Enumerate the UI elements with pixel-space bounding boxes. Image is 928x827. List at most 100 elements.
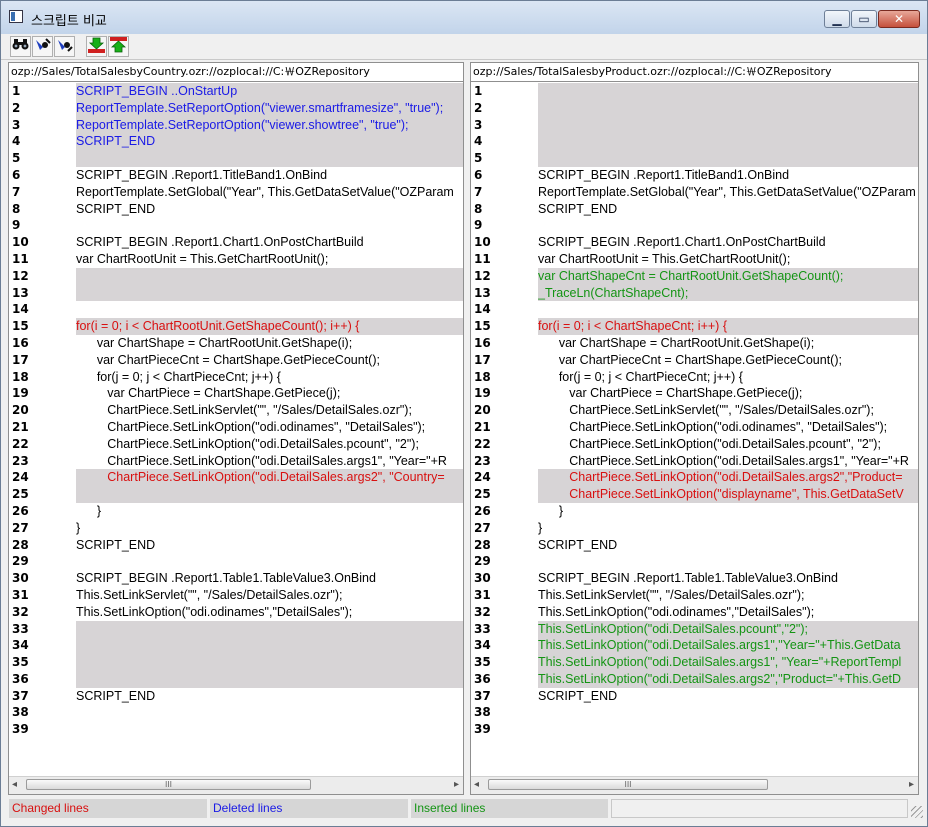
line-text[interactable] [76, 704, 463, 721]
code-line[interactable]: 1 SCRIPT_BEGIN ..OnStartUp [9, 83, 463, 100]
line-text[interactable]: This.SetLinkOption("odi.DetailSales.pcou… [538, 620, 918, 638]
line-text[interactable]: ChartPiece.SetLinkOption("odi.DetailSale… [76, 436, 463, 453]
code-line[interactable]: 29 [9, 553, 463, 570]
scroll-right-arrow-icon[interactable]: ▸ [909, 779, 914, 790]
right-code-view[interactable]: 1 2 3 4 5 6 SCRIPT_BEGIN .Report1.TitleBand1.O… [471, 83, 918, 738]
line-text[interactable] [538, 217, 918, 234]
line-text[interactable]: SCRIPT_END [76, 688, 463, 705]
line-text[interactable] [76, 637, 463, 655]
line-text[interactable]: var ChartPiece = ChartShape.GetPiece(j); [538, 385, 918, 402]
line-text[interactable]: var ChartPiece = ChartShape.GetPiece(j); [76, 385, 463, 402]
code-line[interactable]: 18 for(j = 0; j < ChartPieceCnt; j++) { [471, 369, 918, 386]
line-text[interactable]: ChartPiece.SetLinkOption("odi.DetailSale… [76, 469, 463, 487]
line-text[interactable]: ReportTemplate.SetReportOption("viewer.s… [76, 99, 463, 117]
code-line[interactable]: 11 var ChartRootUnit = This.GetChartRootU… [9, 251, 463, 268]
line-text[interactable]: var ChartPieceCnt = ChartShape.GetPieceC… [76, 352, 463, 369]
code-line[interactable]: 21 ChartPiece.SetLinkOption("odi.odiname… [9, 419, 463, 436]
code-line[interactable]: 39 [471, 721, 918, 738]
line-text[interactable] [76, 620, 463, 638]
code-line[interactable]: 29 [471, 553, 918, 570]
code-line[interactable]: 33 This.SetLinkOption("odi.DetailSales.pc… [471, 620, 918, 638]
code-line[interactable]: 16 var ChartShape = ChartRootUnit.GetSha… [471, 335, 918, 352]
code-line[interactable]: 8 SCRIPT_END [9, 201, 463, 218]
code-line[interactable]: 24 ChartPiece.SetLinkOption("odi.DetailS… [9, 469, 463, 487]
code-line[interactable]: 10 SCRIPT_BEGIN .Report1.Chart1.OnPostCha… [9, 234, 463, 251]
line-text[interactable]: var ChartShape = ChartRootUnit.GetShape(… [538, 335, 918, 352]
line-text[interactable] [76, 670, 463, 688]
code-line[interactable]: 6 SCRIPT_BEGIN .Report1.TitleBand1.OnBind [471, 167, 918, 184]
code-line[interactable]: 38 [471, 704, 918, 721]
code-line[interactable]: 11 var ChartRootUnit = This.GetChartRootU… [471, 251, 918, 268]
line-text[interactable] [538, 83, 918, 100]
right-scroll-thumb[interactable]: III [488, 779, 768, 790]
line-text[interactable]: This.SetLinkOption("odi.DetailSales.args… [538, 670, 918, 688]
left-script-pane[interactable]: ozp://Sales/TotalSalesbyCountry.ozr://oz… [8, 62, 464, 795]
code-line[interactable]: 12 [9, 267, 463, 285]
line-text[interactable]: SCRIPT_BEGIN .Report1.TitleBand1.OnBind [538, 167, 918, 184]
code-line[interactable]: 38 [9, 704, 463, 721]
code-line[interactable]: 13 _TraceLn(ChartShapeCnt); [471, 284, 918, 302]
line-text[interactable] [76, 553, 463, 570]
line-text[interactable] [76, 150, 463, 167]
code-line[interactable]: 37 SCRIPT_END [471, 688, 918, 705]
code-line[interactable]: 24 ChartPiece.SetLinkOption("odi.DetailS… [471, 469, 918, 487]
code-line[interactable]: 5 [471, 150, 918, 167]
line-text[interactable]: for(j = 0; j < ChartPieceCnt; j++) { [538, 369, 918, 386]
line-text[interactable]: SCRIPT_BEGIN ..OnStartUp [76, 83, 463, 100]
next-difference-button[interactable] [86, 36, 107, 57]
code-line[interactable]: 30 SCRIPT_BEGIN .Report1.Table1.TableValu… [9, 570, 463, 587]
line-text[interactable]: SCRIPT_END [538, 201, 918, 218]
code-line[interactable]: 10 SCRIPT_BEGIN .Report1.Chart1.OnPostCha… [471, 234, 918, 251]
code-line[interactable]: 20 ChartPiece.SetLinkServlet("", "/Sales… [9, 402, 463, 419]
code-line[interactable]: 39 [9, 721, 463, 738]
line-text[interactable]: SCRIPT_END [538, 537, 918, 554]
right-script-pane[interactable]: ozp://Sales/TotalSalesbyProduct.ozr://oz… [470, 62, 919, 795]
line-text[interactable]: } [76, 503, 463, 520]
code-line[interactable]: 7 ReportTemplate.SetGlobal("Year", This.G… [9, 184, 463, 201]
line-text[interactable] [76, 267, 463, 285]
code-line[interactable]: 33 [9, 620, 463, 638]
code-line[interactable]: 34 [9, 637, 463, 655]
line-text[interactable]: for(i = 0; i < ChartRootUnit.GetShapeCou… [76, 318, 463, 335]
line-text[interactable]: var ChartShape = ChartRootUnit.GetShape(… [76, 335, 463, 352]
code-line[interactable]: 8 SCRIPT_END [471, 201, 918, 218]
line-text[interactable]: for(j = 0; j < ChartPieceCnt; j++) { [76, 369, 463, 386]
code-line[interactable]: 35 [9, 654, 463, 671]
line-text[interactable] [76, 301, 463, 318]
scroll-left-arrow-icon[interactable]: ◂ [474, 779, 479, 790]
line-text[interactable]: ChartPiece.SetLinkOption("odi.DetailSale… [538, 469, 918, 487]
code-line[interactable]: 20 ChartPiece.SetLinkServlet("", "/Sales… [471, 402, 918, 419]
code-line[interactable]: 34 This.SetLinkOption("odi.DetailSales.ar… [471, 637, 918, 655]
line-text[interactable]: This.SetLinkServlet("", "/Sales/DetailSa… [76, 587, 463, 604]
code-line[interactable]: 14 [471, 301, 918, 318]
code-line[interactable]: 16 var ChartShape = ChartRootUnit.GetSha… [9, 335, 463, 352]
line-text[interactable] [76, 486, 463, 503]
code-line[interactable]: 4 SCRIPT_END [9, 133, 463, 151]
line-text[interactable]: This.SetLinkServlet("", "/Sales/DetailSa… [538, 587, 918, 604]
line-text[interactable] [538, 116, 918, 134]
line-text[interactable]: This.SetLinkOption("odi.DetailSales.args… [538, 637, 918, 655]
maximize-button[interactable]: ▭ [851, 10, 877, 28]
line-text[interactable]: SCRIPT_BEGIN .Report1.Chart1.OnPostChart… [538, 234, 918, 251]
line-text[interactable] [538, 301, 918, 318]
code-line[interactable]: 26 } [471, 503, 918, 520]
line-text[interactable]: var ChartRootUnit = This.GetChartRootUni… [76, 251, 463, 268]
code-line[interactable]: 2 [471, 99, 918, 117]
line-text[interactable]: SCRIPT_BEGIN .Report1.Table1.TableValue3… [538, 570, 918, 587]
left-scroll-thumb[interactable]: III [26, 779, 311, 790]
line-text[interactable]: SCRIPT_END [76, 133, 463, 151]
line-text[interactable]: SCRIPT_BEGIN .Report1.TitleBand1.OnBind [76, 167, 463, 184]
line-text[interactable] [76, 217, 463, 234]
code-line[interactable]: 21 ChartPiece.SetLinkOption("odi.odiname… [471, 419, 918, 436]
scroll-left-arrow-icon[interactable]: ◂ [12, 779, 17, 790]
code-line[interactable]: 14 [9, 301, 463, 318]
code-line[interactable]: 26 } [9, 503, 463, 520]
line-text[interactable] [538, 133, 918, 151]
code-line[interactable]: 17 var ChartPieceCnt = ChartShape.GetPie… [471, 352, 918, 369]
line-text[interactable]: ChartPiece.SetLinkOption("odi.DetailSale… [538, 453, 918, 470]
line-text[interactable]: _TraceLn(ChartShapeCnt); [538, 284, 918, 302]
code-line[interactable]: 4 [471, 133, 918, 151]
line-text[interactable]: ChartPiece.SetLinkOption("odi.odinames",… [76, 419, 463, 436]
code-line[interactable]: 19 var ChartPiece = ChartShape.GetPiece(… [9, 385, 463, 402]
line-text[interactable] [538, 150, 918, 167]
